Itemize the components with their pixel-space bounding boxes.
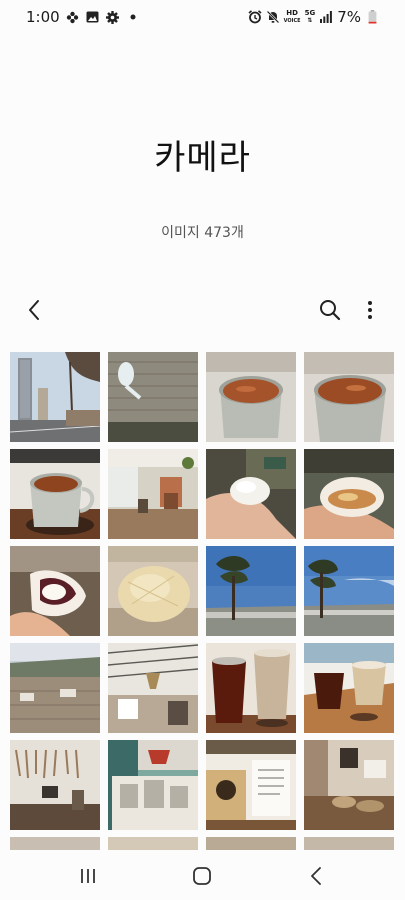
photo-thumbnail-red-bean-bun[interactable] (10, 546, 100, 636)
photo-thumbnail-cafe-interior[interactable] (108, 449, 198, 539)
photo-thumbnail-bookshelf[interactable] (108, 740, 198, 830)
gallery-notification-icon (86, 10, 100, 24)
back-icon (311, 867, 321, 885)
photo-thumbnail-iced-coffee[interactable] (206, 643, 296, 733)
photo-thumbnail-coffee-table[interactable] (10, 449, 100, 539)
status-left: 1:00 (26, 8, 140, 26)
search-button[interactable] (310, 290, 350, 330)
photo-thumbnail-bun-hand[interactable] (206, 449, 296, 539)
more-options-button[interactable] (350, 290, 390, 330)
hd-voice-icon: HD VOICE (283, 8, 301, 24)
photo-thumbnail-chandelier[interactable] (108, 643, 198, 733)
photo-thumbnail-wall-decor[interactable] (10, 740, 100, 830)
photo-thumbnail-bun-filling[interactable] (304, 449, 394, 539)
photo-thumbnail-coffee[interactable] (206, 352, 296, 442)
photo-thumbnail-pine-tree-2[interactable] (304, 546, 394, 636)
home-button[interactable] (182, 858, 222, 894)
more-vertical-icon (368, 301, 372, 319)
mute-icon (266, 10, 280, 24)
battery-percentage: 7% (337, 8, 361, 26)
system-navigation-bar (0, 850, 405, 900)
flower-notification-icon (66, 10, 80, 24)
photo-grid (10, 352, 396, 900)
recent-apps-icon (81, 869, 95, 883)
photo-thumbnail-street[interactable] (10, 352, 100, 442)
photo-thumbnail-spoon[interactable] (108, 352, 198, 442)
signal-icon (319, 10, 333, 24)
search-icon (320, 300, 341, 321)
recent-apps-button[interactable] (68, 858, 108, 894)
alarm-icon (248, 10, 262, 24)
photo-thumbnail-terrace[interactable] (10, 643, 100, 733)
status-bar: 1:00 HD VOICE 5G ⇅ 7% (0, 0, 405, 34)
settings-notification-icon (106, 10, 120, 24)
nav-back-button[interactable] (296, 858, 336, 894)
album-toolbar (0, 290, 405, 330)
battery-icon (365, 10, 379, 24)
photo-thumbnail-menu-board[interactable] (206, 740, 296, 830)
album-header: 카메라 (0, 130, 405, 179)
album-title: 카메라 (154, 138, 251, 178)
back-button[interactable] (14, 290, 54, 330)
home-icon (193, 867, 211, 885)
dot-notification-icon (126, 10, 140, 24)
status-time: 1:00 (26, 8, 60, 26)
5g-icon: 5G ⇅ (304, 9, 316, 25)
hd-label: HD (286, 8, 298, 17)
network-label: 5G (304, 9, 316, 17)
album-count-label: 이미지 473개 (161, 225, 244, 241)
photo-thumbnail-coffee-2[interactable] (304, 352, 394, 442)
status-right: HD VOICE 5G ⇅ 7% (248, 8, 379, 26)
photo-thumbnail-melon-bread[interactable] (108, 546, 198, 636)
photo-thumbnail-drinks-tray[interactable] (304, 643, 394, 733)
photo-thumbnail-pine-tree[interactable] (206, 546, 296, 636)
chevron-left-icon (29, 300, 39, 320)
photo-thumbnail-cafe-shelf[interactable] (304, 740, 394, 830)
